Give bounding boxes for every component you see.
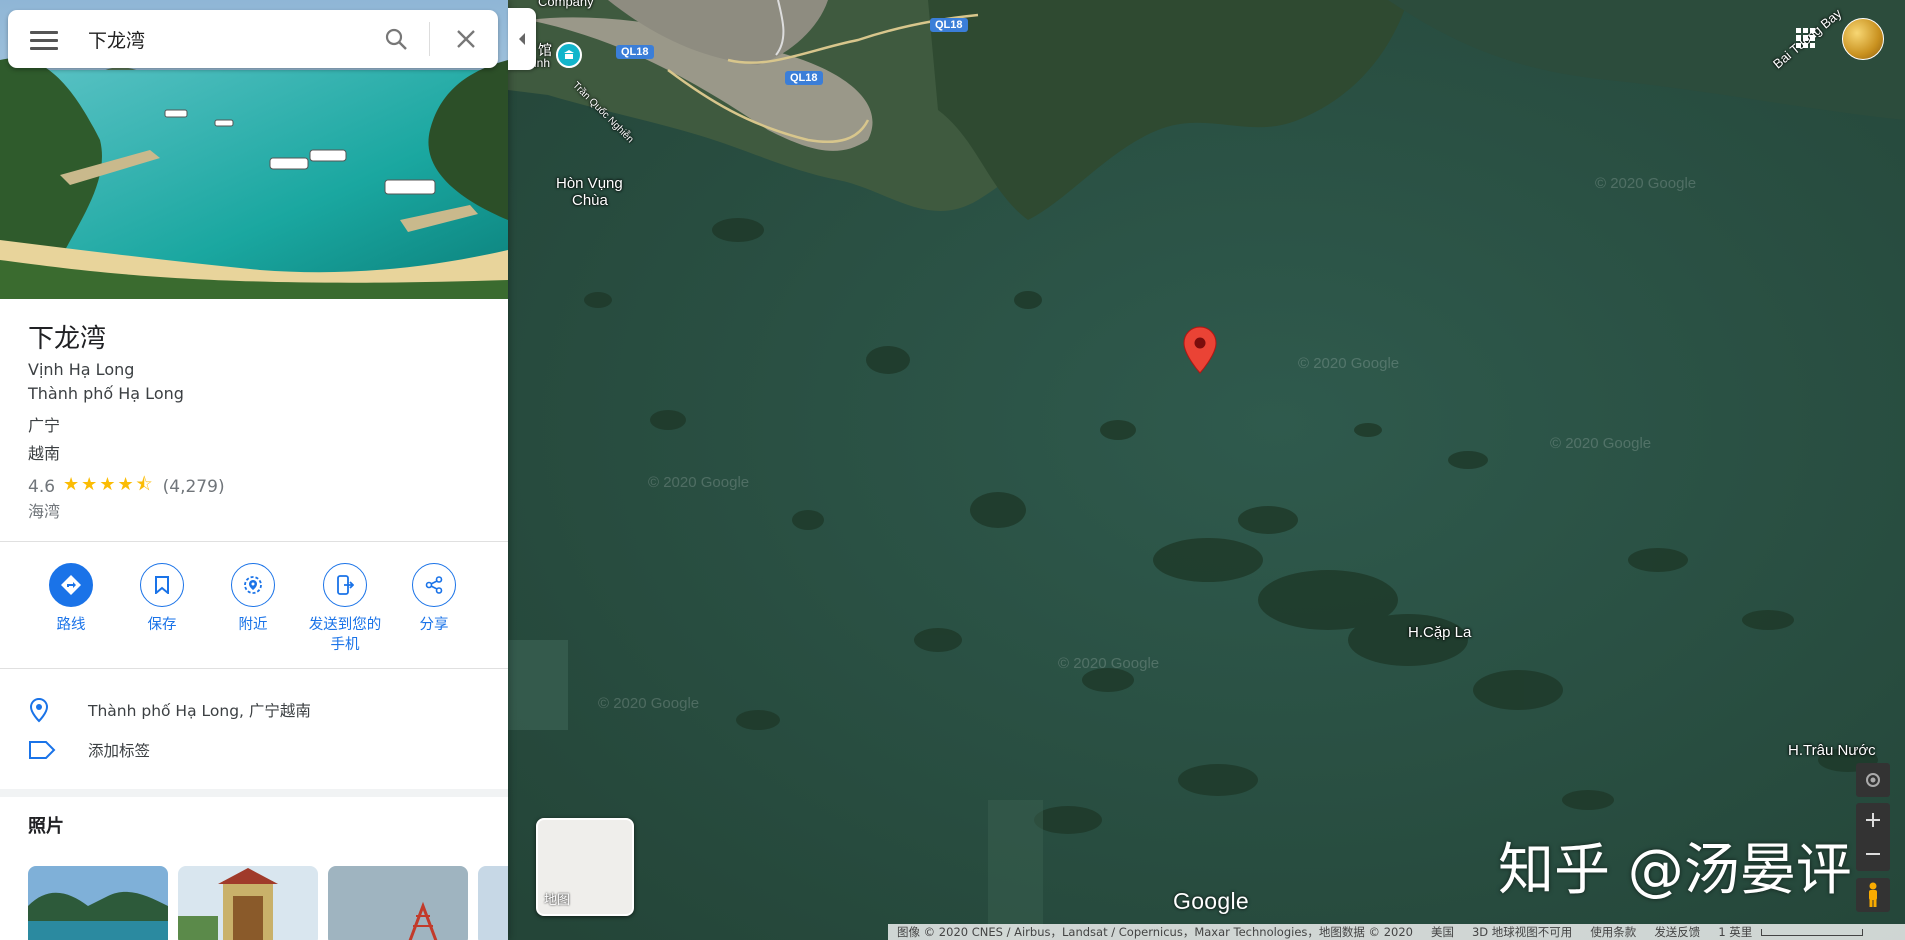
map-label-trau-nuoc: H.Trâu Nước	[1788, 742, 1876, 759]
my-location-icon	[1866, 773, 1880, 787]
terms-link[interactable]: 使用条款	[1581, 924, 1645, 940]
menu-icon[interactable]	[30, 28, 58, 50]
bookmark-icon	[155, 576, 169, 594]
map-watermark: © 2020 Google	[598, 695, 700, 712]
send-to-phone-icon	[337, 575, 354, 595]
address-line-3: 广宁	[28, 416, 61, 435]
address-line-2: Thành phố Hạ Long	[28, 384, 184, 403]
review-count[interactable]: (4,279)	[163, 477, 225, 497]
place-category[interactable]: 海湾	[28, 498, 60, 522]
map-label-company: Company	[538, 0, 594, 9]
zoom-in-button[interactable]	[1856, 803, 1890, 837]
plus-icon	[1866, 813, 1880, 827]
pegman-icon	[1869, 882, 1877, 907]
account-avatar[interactable]	[1842, 18, 1884, 60]
road-badge-ql18: QL18	[616, 45, 654, 59]
map-label-hon-vung: Hòn Vụng	[556, 175, 623, 192]
scale-label: 1 英里	[1718, 925, 1753, 939]
my-location-button[interactable]	[1856, 763, 1890, 797]
photos-heading: 照片	[28, 816, 64, 837]
photo-thumbnail[interactable]	[28, 866, 168, 940]
location-icon	[29, 697, 49, 723]
add-label-text: 添加标签	[88, 742, 151, 760]
nearby-icon	[244, 576, 262, 594]
star-rating-icon: ★★★★⯪	[63, 474, 155, 495]
map-watermark: © 2020 Google	[1298, 355, 1400, 372]
nearby-button[interactable]: 附近	[207, 563, 299, 635]
directions-button[interactable]: 路线	[25, 563, 117, 635]
minus-icon	[1866, 853, 1880, 855]
map-watermark: © 2020 Google	[1550, 435, 1652, 452]
scale-bar	[1761, 928, 1864, 936]
map-watermark: © 2020 Google	[1595, 175, 1697, 192]
pegman-button[interactable]	[1856, 878, 1890, 912]
action-label: 发送到您的 手机	[308, 617, 382, 653]
satellite-imagery	[508, 0, 1905, 940]
divider	[0, 668, 508, 669]
country-link[interactable]: 美国	[1422, 924, 1463, 940]
view3d-status: 3D 地球视图不可用	[1471, 925, 1573, 939]
photo-thumbnail[interactable]	[328, 866, 468, 940]
feedback-link[interactable]: 发送反馈	[1645, 924, 1709, 940]
send-to-phone-button[interactable]: 发送到您的 手机	[297, 563, 393, 655]
imagery-credit: 图像 © 2020 CNES / Airbus，Landsat / Copern…	[897, 925, 1413, 939]
zoom-controls	[1856, 803, 1890, 871]
share-icon	[425, 576, 443, 594]
add-label-row[interactable]: 添加标签	[28, 735, 150, 765]
museum-poi-icon[interactable]	[556, 42, 582, 68]
action-label: 分享	[419, 617, 449, 633]
action-label: 路线	[56, 617, 86, 633]
google-logo: Google	[1173, 888, 1249, 914]
place-title: 下龙湾	[28, 324, 107, 354]
chevron-left-icon	[519, 33, 525, 45]
directions-icon	[61, 575, 81, 595]
map-footer: 图像 © 2020 CNES / Airbus，Landsat / Copern…	[888, 924, 1905, 940]
search-icon[interactable]	[384, 27, 408, 51]
divider	[0, 541, 508, 542]
address-line-1: Vịnh Hạ Long	[28, 360, 135, 379]
road-badge-ql18: QL18	[930, 18, 968, 32]
location-pin-icon[interactable]	[1183, 326, 1217, 374]
map-label-cap-la: H.Cặp La	[1408, 624, 1472, 641]
section-divider	[0, 789, 508, 797]
action-label: 保存	[147, 617, 177, 633]
rating-value: 4.6	[28, 477, 56, 497]
map-layer-toggle[interactable]: 地图	[536, 818, 634, 916]
map-watermark: © 2020 Google	[1058, 655, 1160, 672]
map-label-chua: Chùa	[572, 192, 608, 209]
map-label-museum-2: inh	[534, 56, 551, 70]
action-label: 附近	[238, 617, 268, 633]
map-watermark: © 2020 Google	[648, 474, 750, 491]
zoom-out-button[interactable]	[1856, 837, 1890, 871]
close-icon[interactable]	[455, 28, 477, 50]
apps-grid-icon[interactable]	[1796, 28, 1816, 48]
search-box: 下龙湾	[8, 10, 498, 68]
search-divider	[429, 22, 430, 56]
photo-thumbnail[interactable]	[478, 866, 508, 940]
zhihu-watermark: 知乎 @汤晏评	[1498, 838, 1852, 903]
photo-thumbnail[interactable]	[178, 866, 318, 940]
map-canvas[interactable]: QL18 QL18 QL18 Trần Quốc Nghiễn Company …	[508, 0, 1905, 940]
search-input[interactable]: 下龙湾	[88, 26, 145, 53]
collapse-panel-button[interactable]	[508, 8, 536, 70]
road-badge-ql18: QL18	[785, 71, 823, 85]
save-button[interactable]: 保存	[116, 563, 208, 635]
place-panel: 下龙湾 下龙湾 Vịnh Hạ Long Thành phố Hạ Long 广…	[0, 0, 508, 940]
address-line-4: 越南	[28, 444, 61, 463]
label-icon	[29, 741, 56, 759]
address-row[interactable]: Thành phố Hạ Long, 广宁越南	[28, 695, 311, 725]
share-button[interactable]: 分享	[388, 563, 480, 635]
layer-label: 地图	[544, 893, 571, 908]
address-text: Thành phố Hạ Long, 广宁越南	[88, 702, 311, 720]
